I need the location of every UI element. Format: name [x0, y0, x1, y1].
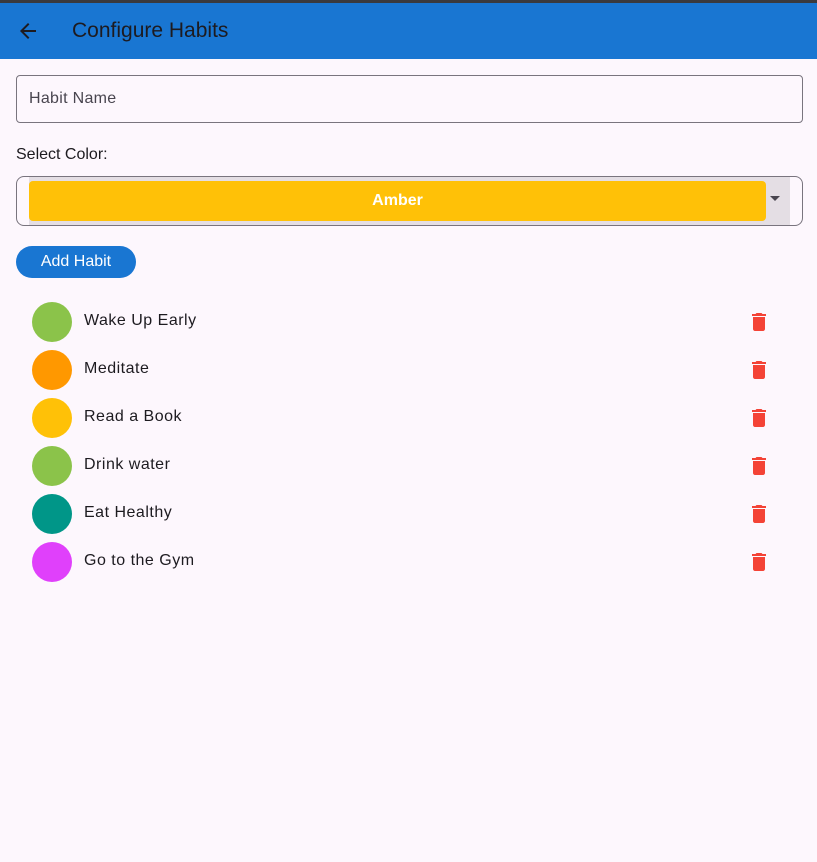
trash-icon: [752, 313, 766, 331]
habit-row: Eat Healthy: [0, 490, 817, 538]
habit-row: Read a Book: [0, 394, 817, 442]
habit-name: Go to the Gym: [84, 552, 195, 569]
habit-row: Drink water: [0, 442, 817, 490]
habit-row: Go to the Gym: [0, 538, 817, 586]
trash-icon: [752, 553, 766, 571]
habit-name: Wake Up Early: [84, 312, 197, 329]
trash-icon: [752, 409, 766, 427]
dropdown-arrow-icon: [770, 196, 780, 201]
app-bar: Configure Habits: [0, 3, 817, 59]
selected-color-chip: Amber: [29, 181, 766, 221]
delete-habit-button[interactable]: [739, 398, 779, 438]
add-habit-button[interactable]: Add Habit: [16, 246, 136, 278]
habit-name-input[interactable]: [17, 76, 802, 122]
trash-icon: [752, 457, 766, 475]
arrow-back-icon: [20, 23, 36, 39]
color-dropdown[interactable]: Amber: [16, 176, 803, 226]
selected-color-label: Amber: [372, 192, 423, 209]
delete-habit-button[interactable]: [739, 302, 779, 342]
habit-name: Meditate: [84, 360, 150, 377]
habit-color-dot: [32, 302, 72, 342]
habit-color-dot: [32, 542, 72, 582]
delete-habit-button[interactable]: [739, 350, 779, 390]
habit-row: Wake Up Early: [0, 298, 817, 346]
habit-row: Meditate: [0, 346, 817, 394]
habit-name: Read a Book: [84, 408, 183, 425]
back-button[interactable]: [8, 11, 48, 51]
habit-name: Eat Healthy: [84, 504, 173, 521]
habit-color-dot: [32, 494, 72, 534]
habit-color-dot: [32, 446, 72, 486]
select-color-label: Select Color:: [16, 146, 108, 163]
trash-icon: [752, 361, 766, 379]
delete-habit-button[interactable]: [739, 446, 779, 486]
page-title: Configure Habits: [72, 19, 229, 42]
delete-habit-button[interactable]: [739, 542, 779, 582]
habit-name-field[interactable]: [16, 75, 803, 123]
habit-color-dot: [32, 350, 72, 390]
habit-color-dot: [32, 398, 72, 438]
habit-name: Drink water: [84, 456, 171, 473]
trash-icon: [752, 505, 766, 523]
habit-list: Wake Up Early Meditate Read a Book Drink wa…: [0, 298, 817, 586]
delete-habit-button[interactable]: [739, 494, 779, 534]
